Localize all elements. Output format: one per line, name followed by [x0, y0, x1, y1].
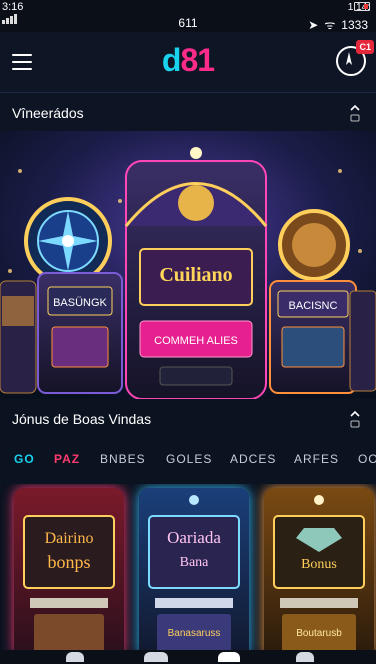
- account-icon[interactable]: C1: [336, 40, 374, 76]
- fortune-wheel: [24, 197, 112, 285]
- card-bottom-text: Boutarusb: [296, 628, 342, 639]
- slot-card-illustration: Dairino bonps: [23, 515, 115, 650]
- chevron-up-icon: [350, 410, 360, 428]
- collapse-toggle[interactable]: [348, 409, 362, 429]
- nav-home-icon[interactable]: [66, 652, 84, 662]
- collapse-toggle[interactable]: [348, 103, 362, 123]
- tab-adces[interactable]: ADCES: [230, 452, 276, 466]
- slot-card-illustration: Bonus Boutarusb: [273, 495, 365, 650]
- nav-search-icon[interactable]: [144, 652, 168, 662]
- tab-bnbes[interactable]: BNBES: [100, 452, 146, 466]
- tab-goles[interactable]: GOLES: [166, 452, 212, 466]
- app-header: d81 C1: [0, 32, 376, 93]
- bonus-card[interactable]: Dairino bonps: [14, 488, 124, 650]
- battery-icon: [354, 2, 370, 11]
- tab-oo[interactable]: OO: [358, 452, 376, 466]
- left-machine-title: BASÜNGK: [53, 297, 107, 309]
- status-time: 3:16: [2, 1, 24, 13]
- brand-logo[interactable]: d81: [0, 42, 376, 79]
- chevron-up-icon: [350, 104, 360, 122]
- slot-machines-illustration: BASÜNGK Cuiliano COMMEH ALIES BACISNC: [0, 131, 376, 399]
- category-tabs: GO PAZ BNBES GOLES ADCES ARFES OO: [0, 446, 376, 472]
- tab-go[interactable]: GO: [14, 452, 35, 466]
- section-title: Jónus de Boas Vindas: [12, 411, 152, 427]
- card-title-line1: Bonus: [301, 557, 337, 572]
- location-icon: ➤: [308, 17, 319, 32]
- center-machine-cta: COMMEH ALIES: [154, 335, 238, 347]
- card-title-line2: Bana: [180, 555, 210, 570]
- card-title-line1: Oariada: [167, 528, 221, 547]
- bonus-card[interactable]: Bonus Boutarusb: [264, 488, 374, 650]
- slot-card-illustration: Oariada Bana Banasaruss: [148, 495, 240, 650]
- notification-badge: C1: [356, 40, 374, 54]
- hero-banner[interactable]: BASÜNGK Cuiliano COMMEH ALIES BACISNC: [0, 131, 376, 399]
- status-bar: 3:16 611 1:14: ➤ ᯤ 1333: [0, 0, 376, 32]
- section-header-welcome-bonus: Jónus de Boas Vindas: [0, 399, 376, 437]
- section-header-featured: Vîneerádos: [0, 93, 376, 131]
- card-title-line1: Dairino: [45, 530, 94, 547]
- section-title: Vîneerádos: [12, 105, 84, 121]
- nav-menu-icon[interactable]: [218, 652, 240, 662]
- wifi-icon: ᯤ: [324, 18, 336, 32]
- card-bottom-text: Banasaruss: [168, 628, 221, 639]
- status-right-bottom: 1333: [341, 17, 368, 32]
- compass-icon: [346, 52, 352, 65]
- bottom-navigation: [0, 650, 376, 664]
- status-right-icons: ➤ ᯤ 1333: [308, 16, 368, 33]
- bonus-cards-row: Dairino bonps Oariada Bana Banasaruss Bo…: [0, 484, 376, 650]
- tab-paz[interactable]: PAZ: [54, 452, 80, 466]
- right-machine-title: BACISNC: [289, 300, 338, 312]
- tab-arfes[interactable]: ARFES: [294, 452, 339, 466]
- nav-profile-icon[interactable]: [296, 652, 314, 662]
- center-machine-title: Cuiliano: [159, 264, 232, 286]
- bonus-card[interactable]: Oariada Bana Banasaruss: [139, 488, 249, 650]
- card-title-line2: bonps: [47, 552, 90, 572]
